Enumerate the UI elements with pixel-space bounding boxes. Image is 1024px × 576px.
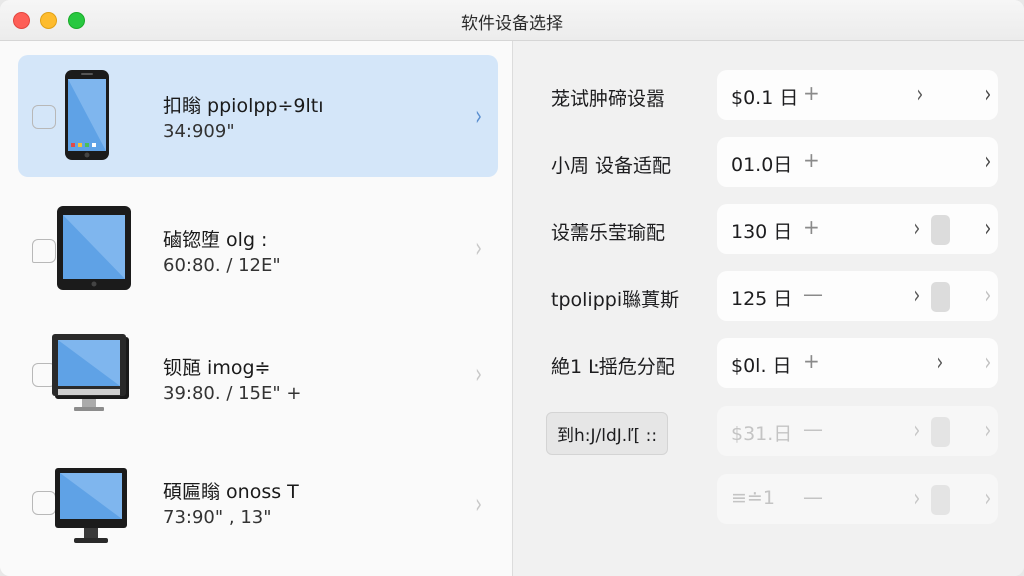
setting-field[interactable]: $31.日 — › › — [717, 406, 998, 456]
setting-label: 小周 设备适配 — [551, 155, 672, 177]
chevron-right-icon: › — [475, 231, 482, 264]
chevron-right-icon[interactable]: › — [913, 281, 920, 309]
settings-panel: 茏试肿碲设嚣 $0.1 日 + › › 小周 设备适配 01.0日 + › 设薷… — [513, 41, 1024, 576]
device-name: 磠锪堕 olg : — [163, 229, 268, 251]
setting-field[interactable]: $0l. 日 + › › — [717, 338, 998, 388]
chevron-right-icon[interactable]: › — [913, 416, 920, 444]
setting-label: tpolippi䏈蒖斯 — [551, 289, 680, 311]
setting-label: 絶1 Ŀ揺危分配 — [551, 356, 675, 378]
phone-icon — [65, 70, 109, 160]
setting-field[interactable]: 01.0日 + › — [717, 137, 998, 187]
setting-value: $0.1 日 — [731, 87, 799, 109]
tablet-icon — [57, 206, 131, 290]
increment-button[interactable]: + — [803, 81, 820, 105]
setting-row: ≡≐1 — › › — [513, 474, 1024, 532]
chevron-right-icon: › — [475, 487, 482, 520]
chevron-right-icon: › — [475, 357, 482, 390]
chevron-right-icon[interactable]: › — [916, 80, 923, 108]
monitor-icon — [52, 334, 129, 411]
title-bar: 软件设备选择 — [0, 0, 1024, 41]
increment-button[interactable]: + — [803, 349, 820, 373]
setting-field[interactable]: 130 日 + › › — [717, 204, 998, 254]
increment-button[interactable]: + — [803, 148, 820, 172]
device-checkbox[interactable] — [32, 239, 56, 263]
chevron-right-icon[interactable]: › — [913, 484, 920, 512]
chevron-right-icon[interactable]: › — [984, 214, 991, 242]
device-name: 扣瞈 ppiolpp÷9ltı — [163, 95, 324, 117]
slider-handle[interactable] — [931, 485, 950, 515]
device-name: 钡瓸 imog≑ — [163, 357, 271, 379]
increment-button[interactable]: + — [803, 215, 820, 239]
chevron-right-icon[interactable]: › — [936, 348, 943, 376]
setting-field[interactable]: $0.1 日 + › › — [717, 70, 998, 120]
device-item-monitor[interactable]: 钡瓸 imog≑ 39:80. / 15E" + › — [18, 327, 498, 449]
setting-value: 130 日 — [731, 221, 793, 243]
app-window: 软件设备选择 扣瞈 ppiolpp÷9ltı 34:909" › 磠锪堕 olg… — [0, 0, 1024, 576]
slider-handle[interactable] — [931, 282, 950, 312]
setting-row: 到h:J/ldJ.ľ[ :: $31.日 — › › — [513, 406, 1024, 464]
slider-handle[interactable] — [931, 215, 950, 245]
setting-row: 絶1 Ŀ揺危分配 $0l. 日 + › › — [513, 338, 1024, 396]
device-spec: 60:80. / 12E" — [163, 255, 281, 276]
setting-label: 设薷乐莹瑜配 — [551, 222, 666, 244]
device-list: 扣瞈 ppiolpp÷9ltı 34:909" › 磠锪堕 olg : 60:8… — [0, 41, 513, 576]
device-checkbox[interactable] — [32, 105, 56, 129]
device-name: 碩匾瞈 onoss T — [163, 481, 299, 503]
chevron-right-icon[interactable]: › — [984, 348, 991, 376]
setting-value: $31.日 — [731, 423, 793, 445]
chevron-right-icon[interactable]: › — [984, 416, 991, 444]
decrement-button[interactable]: — — [803, 282, 823, 306]
slider-handle[interactable] — [931, 417, 950, 447]
setting-value: $0l. 日 — [731, 355, 792, 377]
setting-value: ≡≐1 — [731, 487, 775, 509]
chevron-right-icon[interactable]: › — [984, 484, 991, 512]
chevron-right-icon[interactable]: › — [984, 80, 991, 108]
setting-value: 01.0日 — [731, 154, 793, 176]
setting-row: 小周 设备适配 01.0日 + › — [513, 137, 1024, 195]
device-spec: 34:909" — [163, 121, 235, 142]
device-item-display[interactable]: 碩匾瞈 onoss T 73:90" , 13" › — [18, 449, 498, 571]
setting-row: tpolippi䏈蒖斯 125 日 — › › — [513, 271, 1024, 329]
setting-field[interactable]: 125 日 — › › — [717, 271, 998, 321]
chevron-right-icon[interactable]: › — [913, 214, 920, 242]
device-checkbox[interactable] — [32, 491, 56, 515]
decrement-button[interactable]: — — [803, 485, 823, 509]
setting-label: 茏试肿碲设嚣 — [551, 88, 666, 110]
setting-field[interactable]: ≡≐1 — › › — [717, 474, 998, 524]
setting-row: 设薷乐莹瑜配 130 日 + › › — [513, 204, 1024, 262]
device-item-phone[interactable]: 扣瞈 ppiolpp÷9ltı 34:909" › — [18, 55, 498, 177]
window-title: 软件设备选择 — [461, 14, 563, 34]
setting-row: 茏试肿碲设嚣 $0.1 日 + › › — [513, 70, 1024, 128]
device-spec: 39:80. / 15E" + — [163, 383, 302, 404]
chevron-right-icon: › — [475, 99, 482, 132]
device-spec: 73:90" , 13" — [163, 507, 272, 528]
chevron-right-icon[interactable]: › — [984, 147, 991, 175]
device-item-tablet[interactable]: 磠锪堕 olg : 60:80. / 12E" › — [18, 191, 498, 313]
display-icon — [55, 468, 127, 543]
chevron-right-icon[interactable]: › — [984, 281, 991, 309]
setting-value: 125 日 — [731, 288, 793, 310]
setting-action-button[interactable]: 到h:J/ldJ.ľ[ :: — [546, 412, 669, 455]
decrement-button[interactable]: — — [803, 417, 823, 441]
